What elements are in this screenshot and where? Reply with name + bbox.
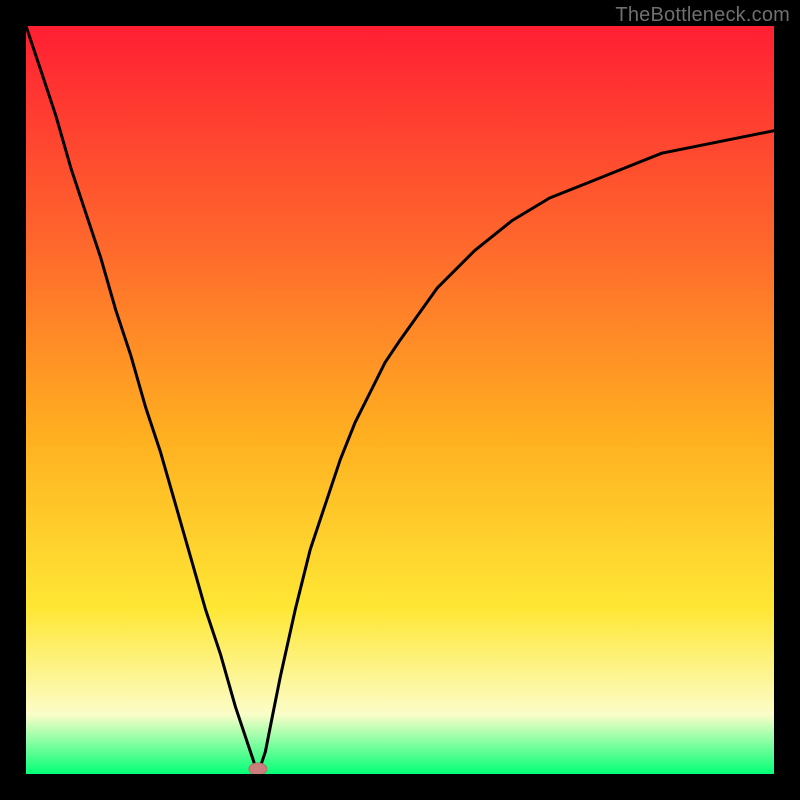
chart-frame [26, 26, 774, 774]
watermark-text: TheBottleneck.com [615, 4, 790, 27]
bottleneck-chart [26, 26, 774, 774]
minimum-marker [249, 763, 267, 774]
gradient-background [26, 26, 774, 774]
